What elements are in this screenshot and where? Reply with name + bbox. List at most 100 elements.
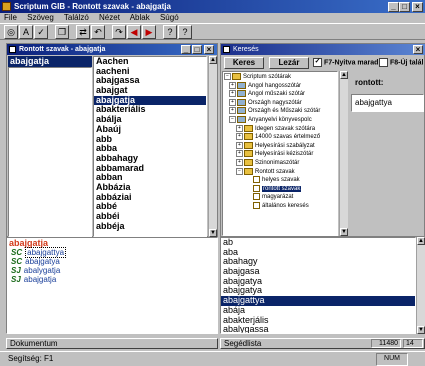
tree-item[interactable]: − Anyanyelvi könyvespolc <box>223 115 337 125</box>
close-button[interactable]: Lezár <box>269 57 309 69</box>
menu-talalzo[interactable]: Találzó <box>64 13 89 22</box>
suggestion-item[interactable]: SJ abalygatja <box>7 266 217 275</box>
undo-icon[interactable]: ↶ <box>91 25 105 39</box>
page-icon <box>253 176 260 184</box>
menu-ablak[interactable]: Ablak <box>130 13 150 22</box>
search-close-icon[interactable]: × <box>413 45 423 54</box>
font-icon[interactable]: A <box>19 25 33 39</box>
list-item-selected[interactable]: abajgattya <box>221 295 415 306</box>
tree-item[interactable]: általános keresés <box>223 201 337 211</box>
expand-icon[interactable]: + <box>236 141 243 149</box>
search-window-title-bar[interactable]: Keresés × <box>221 44 425 55</box>
left-close-icon[interactable]: × <box>204 45 214 54</box>
scroll-up-icon[interactable]: ▲ <box>340 71 348 79</box>
toolbar: ◎ A ✓ ❐ ⇄ ↶ ↷ ◀ ▶ ? ? <box>0 23 425 40</box>
expand-icon[interactable]: + <box>229 98 236 106</box>
folder-icon <box>244 124 253 132</box>
tree-item[interactable]: +14000 szavas értelmező <box>223 133 337 142</box>
replace-icon[interactable]: ⇄ <box>76 25 90 39</box>
folder-icon <box>244 167 253 175</box>
list-item[interactable]: abalygassa <box>221 324 415 333</box>
help-icon[interactable]: ? <box>163 25 177 39</box>
folder-icon <box>244 133 253 141</box>
tree-item[interactable]: magyarázat <box>223 193 337 202</box>
suggestion-tag: SC <box>11 257 23 266</box>
menu-sugo[interactable]: Súgó <box>160 13 179 22</box>
checkbox-checked-icon: ✓ <box>313 58 322 67</box>
tree-scrollbar[interactable]: ▲ ▼ <box>339 71 348 236</box>
tree-item[interactable]: helyes szavak <box>223 176 337 185</box>
page-icon <box>253 193 260 201</box>
collapse-icon[interactable]: − <box>229 115 236 123</box>
menu-szoveg[interactable]: Szöveg <box>27 13 54 22</box>
minimize-icon[interactable]: _ <box>388 2 399 12</box>
scroll-up-icon[interactable]: ▲ <box>417 237 425 245</box>
app-title-bar[interactable]: Scriptum GIB - Rontott szavak - abajgatj… <box>0 0 425 13</box>
left-minimize-icon[interactable]: _ <box>181 45 191 54</box>
expand-icon[interactable]: + <box>236 124 243 132</box>
menu-nezet[interactable]: Nézet <box>99 13 120 22</box>
tree-item[interactable]: + Helyesírási szabályzat <box>223 141 337 151</box>
left-window-title: Rontott szavak - abajgatja <box>19 46 106 53</box>
scroll-up-icon[interactable]: ▲ <box>209 56 217 64</box>
collapse-icon[interactable]: − <box>236 167 243 175</box>
expand-icon[interactable]: + <box>236 133 243 141</box>
copy-icon[interactable]: ❐ <box>55 25 69 39</box>
book-icon <box>237 107 246 115</box>
left-empty-pane <box>8 67 92 237</box>
tree-item[interactable]: + Angol műszaki szótár <box>223 90 337 99</box>
collapse-icon[interactable]: − <box>224 73 231 80</box>
suggestion-tag: SJ <box>11 266 21 275</box>
dictionary-tree[interactable]: − Scriptum szótárak + Angol hangosszótár +… <box>222 71 338 236</box>
field-value-input[interactable]: abajgattya <box>351 94 424 112</box>
maximize-icon[interactable]: □ <box>399 2 410 12</box>
result-list[interactable]: ab aba abahagy abajgasa abajgatya abajga… <box>220 237 416 334</box>
word-list[interactable]: Aachen aacheni abajgassa abajgat abajgat… <box>93 56 207 237</box>
keep-open-checkbox[interactable]: ✓ F7-Nyitva marad <box>313 58 378 68</box>
left-window-title-bar[interactable]: Rontott szavak - abajgatja _ □ × <box>7 44 217 55</box>
result-list-scrollbar[interactable]: ▲ ▼ <box>416 237 425 334</box>
expand-icon[interactable]: + <box>229 107 236 115</box>
tree-item-selected[interactable]: rontott szavak <box>223 184 337 194</box>
new-find-checkbox[interactable]: F8-Új talál <box>379 58 425 68</box>
menu-file[interactable]: File <box>4 13 17 22</box>
expand-icon[interactable]: + <box>236 158 243 166</box>
tree-item[interactable]: + Országh és Műszaki szótár <box>223 107 337 116</box>
expand-icon[interactable]: + <box>229 90 236 98</box>
binoculars-icon[interactable]: ◎ <box>4 25 18 39</box>
tree-item[interactable]: − Scriptum szótárak <box>223 73 337 82</box>
scroll-down-icon[interactable]: ▼ <box>340 228 348 236</box>
app-icon <box>2 2 11 11</box>
suggestion-item[interactable]: SC abajgatya <box>7 257 217 266</box>
spell-check-icon[interactable]: ✓ <box>34 25 48 39</box>
tree-item[interactable]: + Helyesírási kéziszótár <box>223 150 337 159</box>
left-maximize-icon[interactable]: □ <box>192 45 202 54</box>
word-input[interactable]: abajgatja <box>8 56 92 67</box>
suggestion-item[interactable]: SJ abajgatja <box>7 275 217 284</box>
list-item[interactable]: ab <box>221 238 415 248</box>
help-hint: Segítség: F1 <box>8 354 54 363</box>
scroll-down-icon[interactable]: ▼ <box>417 326 425 334</box>
scroll-down-icon[interactable]: ▼ <box>209 229 217 237</box>
tree-item[interactable]: + Angol hangosszótár <box>223 81 337 91</box>
close-icon[interactable]: × <box>412 2 423 12</box>
tree-item[interactable]: + Idegen szavak szótára <box>223 124 337 134</box>
redo-icon[interactable]: ↷ <box>112 25 126 39</box>
suggestion-item[interactable]: SC abajgattya <box>7 247 217 258</box>
prev-icon[interactable]: ◀ <box>127 25 141 39</box>
context-help-icon[interactable]: ? <box>178 25 192 39</box>
tree-item[interactable]: − Rontott szavak <box>223 167 337 177</box>
folder-icon <box>244 141 253 149</box>
next-icon[interactable]: ▶ <box>142 25 156 39</box>
word-list-scrollbar[interactable]: ▲ ▼ <box>208 56 217 237</box>
expand-icon[interactable]: + <box>236 150 243 158</box>
suggestion-tag: SJ <box>11 275 21 284</box>
expand-icon[interactable]: + <box>229 81 236 89</box>
document-icon <box>9 46 16 53</box>
app-title: Scriptum GIB - Rontott szavak - abajgatj… <box>14 2 171 11</box>
tree-item[interactable]: + Szinonimaszótár <box>223 158 337 168</box>
list-item[interactable]: abbéja <box>94 221 206 232</box>
tree-item[interactable]: + Országh nagyszótár <box>223 98 337 108</box>
search-button[interactable]: Keres <box>224 57 264 69</box>
search-window-icon <box>223 46 230 53</box>
